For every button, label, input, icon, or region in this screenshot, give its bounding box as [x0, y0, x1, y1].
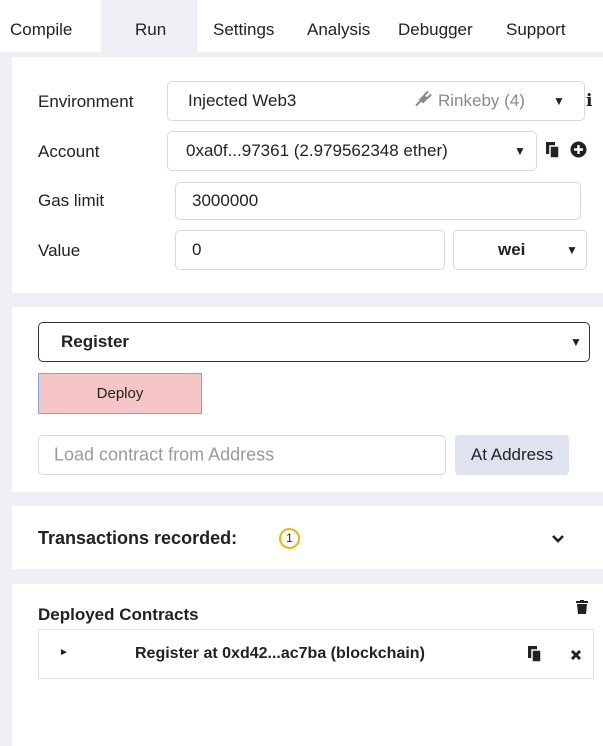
address-placeholder: Load contract from Address — [54, 444, 275, 465]
close-icon[interactable] — [570, 649, 582, 661]
value-amount: 0 — [192, 240, 202, 259]
chevron-down-icon: ▼ — [570, 335, 582, 349]
unit-select[interactable]: wei ▼ — [453, 230, 587, 270]
tab-debugger[interactable]: Debugger — [398, 0, 473, 52]
chevron-down-icon[interactable] — [551, 534, 565, 544]
gas-limit-input[interactable]: 3000000 — [175, 182, 581, 220]
deployed-contracts-panel: Deployed Contracts ► Register at 0xd42..… — [12, 584, 603, 746]
contract-select[interactable]: Register ▼ — [38, 322, 590, 362]
tab-analysis[interactable]: Analysis — [307, 0, 370, 52]
account-value: 0xa0f...97361 (2.979562348 ether) — [186, 141, 448, 160]
environment-label: Environment — [38, 92, 134, 111]
deploy-button[interactable]: Deploy — [38, 373, 202, 414]
value-input[interactable]: 0 — [175, 230, 445, 270]
plug-icon — [414, 90, 432, 112]
settings-panel: Environment Injected Web3 Rinkeby (4) ▼ … — [12, 57, 603, 293]
chevron-down-icon: ▼ — [553, 94, 565, 108]
transactions-count-badge: 1 — [279, 528, 300, 549]
environment-select[interactable]: Injected Web3 Rinkeby (4) ▼ — [167, 81, 585, 121]
gas-limit-value: 3000000 — [192, 191, 259, 210]
chevron-down-icon: ▼ — [514, 144, 526, 158]
transactions-panel[interactable]: Transactions recorded: 1 — [12, 506, 603, 569]
tab-run[interactable]: Run — [101, 0, 197, 52]
gas-limit-label: Gas limit — [38, 191, 105, 210]
network-value: Rinkeby (4) — [438, 91, 525, 110]
copy-icon[interactable] — [545, 141, 561, 159]
caret-right-icon[interactable]: ► — [59, 647, 69, 658]
tab-settings[interactable]: Settings — [213, 0, 274, 52]
at-address-button[interactable]: At Address — [455, 435, 569, 475]
tab-compile[interactable]: Compile — [10, 0, 72, 52]
plus-circle-icon[interactable] — [570, 141, 587, 158]
info-icon[interactable]: i — [586, 91, 592, 111]
copy-icon[interactable] — [527, 645, 543, 663]
contract-address-input[interactable]: Load contract from Address — [38, 435, 446, 475]
deployed-contract-item[interactable]: ► Register at 0xd42...ac7ba (blockchain) — [38, 629, 594, 679]
contract-selected: Register — [61, 332, 130, 351]
deployed-contract-label: Register at 0xd42...ac7ba (blockchain) — [135, 645, 425, 662]
tab-bar: Compile Run Settings Analysis Debugger S… — [0, 0, 603, 52]
value-label: Value — [38, 241, 81, 260]
contract-panel: Register ▼ Deploy Load contract from Add… — [12, 307, 603, 492]
account-label: Account — [38, 142, 100, 161]
chevron-down-icon: ▼ — [566, 243, 578, 257]
deployed-contracts-title: Deployed Contracts — [38, 605, 199, 624]
trash-icon[interactable] — [576, 600, 588, 614]
account-select[interactable]: 0xa0f...97361 (2.979562348 ether) ▼ — [167, 131, 537, 171]
unit-value: wei — [498, 240, 526, 259]
environment-value: Injected Web3 — [188, 91, 297, 110]
tab-support[interactable]: Support — [506, 0, 566, 52]
transactions-label: Transactions recorded: — [38, 528, 238, 548]
